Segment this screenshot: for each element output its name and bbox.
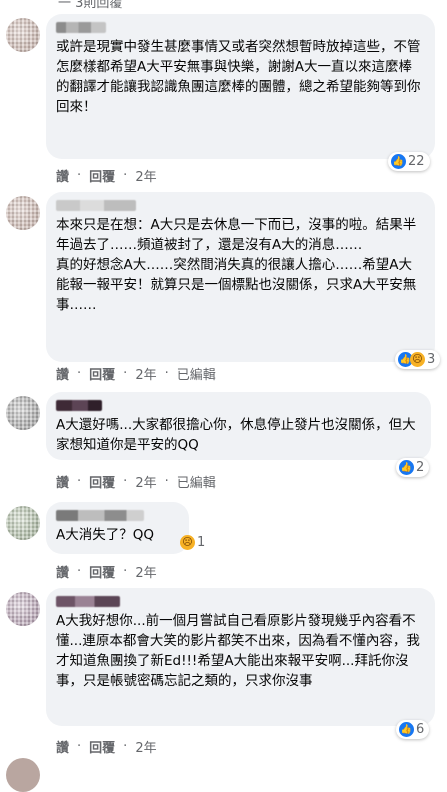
- comment-actions: 讚 · 回覆 · 2年: [56, 166, 157, 185]
- like-icon: 👍: [399, 460, 414, 475]
- reaction-summary[interactable]: ☹ 1: [180, 533, 205, 552]
- comment-text: 或許是現實中發生甚麼事情又或者突然想暫時放掉這些，不管怎麼樣都希望A大平安無事與…: [56, 39, 421, 115]
- like-button[interactable]: 讚: [56, 737, 69, 756]
- comment-actions: 讚 · 回覆 · 2年: [56, 562, 157, 581]
- reaction-summary[interactable]: 👍 6: [396, 720, 430, 739]
- reaction-summary[interactable]: 👍 ☹ 3: [395, 350, 441, 369]
- timestamp[interactable]: 2年: [135, 364, 156, 383]
- timestamp[interactable]: 2年: [135, 166, 156, 185]
- reaction-summary[interactable]: 👍 2: [396, 458, 430, 477]
- like-button[interactable]: 讚: [56, 562, 69, 581]
- comment-actions: 讚 · 回覆 · 2年 · 已編輯: [56, 364, 216, 383]
- reaction-count: 6: [416, 722, 425, 737]
- comment-bubble: A大消失了？QQ: [46, 502, 189, 554]
- like-button[interactable]: 讚: [56, 472, 69, 491]
- reaction-count: 3: [427, 352, 436, 367]
- reply-button[interactable]: 回覆: [89, 562, 115, 581]
- timestamp[interactable]: 2年: [135, 737, 156, 756]
- avatar[interactable]: [6, 506, 40, 540]
- avatar[interactable]: [6, 592, 40, 626]
- reply-button[interactable]: 回覆: [89, 472, 115, 491]
- reaction-count: 1: [197, 535, 206, 550]
- avatar[interactable]: [6, 18, 40, 52]
- reply-button[interactable]: 回覆: [89, 166, 115, 185]
- comment-actions: 讚 · 回覆 · 2年 · 已編輯: [56, 472, 216, 491]
- comment-text: A大還好嗎...大家都很擔心你，休息停止發片也沒關係，但大家想知道你是平安的QQ: [56, 417, 416, 453]
- sad-icon: ☹: [410, 352, 425, 367]
- author-name-redacted[interactable]: [56, 510, 144, 521]
- author-name-redacted[interactable]: [56, 400, 102, 411]
- reply-button[interactable]: 回覆: [89, 737, 115, 756]
- reaction-count: 2: [416, 460, 425, 475]
- reaction-count: 22: [408, 154, 425, 169]
- like-icon: 👍: [399, 722, 414, 737]
- comment-actions: 讚 · 回覆 · 2年: [56, 737, 157, 756]
- reaction-summary[interactable]: 👍 22: [388, 152, 430, 171]
- avatar[interactable]: [6, 758, 40, 792]
- comment-text: A大消失了？QQ: [56, 527, 154, 543]
- sad-icon: ☹: [180, 535, 195, 550]
- author-name-redacted[interactable]: [56, 200, 136, 211]
- reply-button[interactable]: 回覆: [89, 364, 115, 383]
- comment-bubble: A大我好想你...前一個月嘗試自己看原影片發現幾乎內容看不懂...連原本都會大笑…: [46, 588, 435, 726]
- like-button[interactable]: 讚: [56, 166, 69, 185]
- comment-bubble: A大還好嗎...大家都很擔心你，休息停止發片也沒關係，但大家想知道你是平安的QQ: [46, 392, 431, 460]
- replies-link-fragment[interactable]: 一 3則回覆: [58, 0, 122, 11]
- comment-bubble: 或許是現實中發生甚麼事情又或者突然想暫時放掉這些，不管怎麼樣都希望A大平安無事與…: [46, 14, 435, 159]
- avatar[interactable]: [6, 196, 40, 230]
- edited-label[interactable]: 已編輯: [177, 472, 216, 491]
- avatar[interactable]: [6, 396, 40, 430]
- author-name-redacted[interactable]: [56, 596, 120, 607]
- like-icon: 👍: [391, 154, 406, 169]
- timestamp[interactable]: 2年: [135, 562, 156, 581]
- timestamp[interactable]: 2年: [135, 472, 156, 491]
- comment-text: A大我好想你...前一個月嘗試自己看原影片發現幾乎內容看不懂...連原本都會大笑…: [56, 613, 420, 689]
- like-button[interactable]: 讚: [56, 364, 69, 383]
- comment-text: 本來只是在想：A大只是去休息一下而已，沒事的啦。結果半年過去了……頻道被封了，還…: [56, 217, 417, 313]
- author-name-redacted[interactable]: [56, 22, 106, 33]
- comment-bubble: 本來只是在想：A大只是去休息一下而已，沒事的啦。結果半年過去了……頻道被封了，還…: [46, 192, 435, 362]
- edited-label[interactable]: 已編輯: [177, 364, 216, 383]
